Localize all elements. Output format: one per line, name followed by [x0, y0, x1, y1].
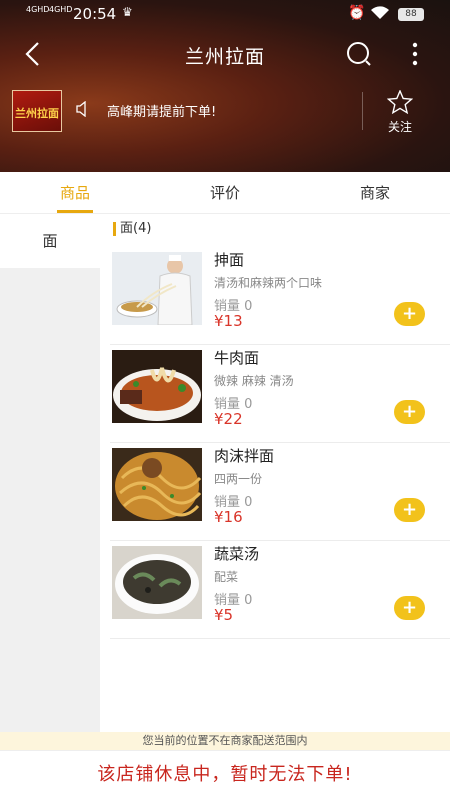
item-name: 抻面 [214, 251, 245, 269]
shop-closed-message: 该店铺休息中，暂时无法下单! [0, 750, 450, 800]
add-to-cart-button[interactable]: + [394, 498, 425, 522]
item-description: 配菜 [214, 570, 239, 584]
search-icon[interactable] [345, 40, 373, 68]
item-image [112, 546, 202, 619]
add-to-cart-button[interactable]: + [394, 302, 425, 326]
star-icon [386, 89, 414, 115]
network-indicator-2: 4GHD [49, 5, 73, 14]
item-name: 肉沫拌面 [214, 447, 275, 465]
divider [362, 92, 363, 130]
tab-reviews[interactable]: 评价 [175, 172, 275, 214]
item-price: ¥16 [214, 508, 243, 526]
item-image [112, 350, 202, 423]
divider [110, 638, 450, 639]
item-price: ¥22 [214, 410, 243, 428]
item-description: 清汤和麻辣两个口味 [214, 276, 323, 290]
category-sidebar: 面 [0, 214, 100, 732]
shop-logo: 兰州拉面 [12, 90, 62, 132]
tab-bar: 商品 评价 商家 [0, 172, 450, 214]
network-indicator-1: 4GHD [26, 5, 50, 14]
follow-label: 关注 [387, 120, 412, 134]
add-to-cart-button[interactable]: + [394, 400, 425, 424]
status-time: 20:54 [73, 5, 117, 23]
item-name: 牛肉面 [214, 349, 260, 367]
add-to-cart-button[interactable]: + [394, 596, 425, 620]
item-price: ¥13 [214, 312, 243, 330]
product-list: 面(4) 抻面 清汤和麻辣两个口味 销量 0 ¥13 + 牛肉面 微辣 麻辣 清… [100, 214, 450, 732]
more-menu-icon[interactable] [405, 40, 425, 68]
sidebar-item-noodles[interactable]: 面 [0, 214, 100, 268]
speaker-icon [76, 101, 86, 117]
item-image [112, 448, 202, 521]
back-arrow-icon[interactable] [20, 40, 48, 68]
category-header: 面(4) [113, 222, 151, 236]
shop-notice: 高峰期请提前下单! [107, 105, 217, 120]
delivery-notice: 您当前的位置不在商家配送范围内 [0, 732, 450, 750]
tab-active-indicator [57, 210, 93, 213]
page-title: 兰州拉面 [184, 46, 265, 68]
list-item[interactable]: 抻面 清汤和麻辣两个口味 销量 0 ¥13 + [100, 247, 450, 345]
shop-header: 4GHD 4GHD 20:54 ♛ ⏰ 88 兰州拉面 兰州拉面 高峰期请提前下… [0, 0, 450, 172]
alarm-icon: ⏰ [348, 5, 366, 21]
status-bar: 4GHD 4GHD 20:54 ♛ ⏰ 88 [0, 0, 450, 28]
item-name: 蔬菜汤 [214, 545, 260, 563]
item-description: 四两一份 [214, 472, 263, 486]
list-item[interactable]: 肉沫拌面 四两一份 销量 0 ¥16 + [100, 443, 450, 541]
follow-button[interactable]: 关注 [380, 89, 420, 134]
crown-icon: ♛ [122, 5, 133, 19]
list-item[interactable]: 蔬菜汤 配菜 销量 0 ¥5 + [100, 541, 450, 639]
item-image [112, 252, 202, 325]
list-item[interactable]: 牛肉面 微辣 麻辣 清汤 销量 0 ¥22 + [100, 345, 450, 443]
item-description: 微辣 麻辣 清汤 [214, 374, 294, 388]
wifi-icon [371, 6, 389, 20]
item-price: ¥5 [214, 606, 234, 624]
tab-products[interactable]: 商品 [25, 172, 125, 214]
battery-indicator: 88 [398, 8, 424, 21]
tab-merchant[interactable]: 商家 [325, 172, 425, 214]
